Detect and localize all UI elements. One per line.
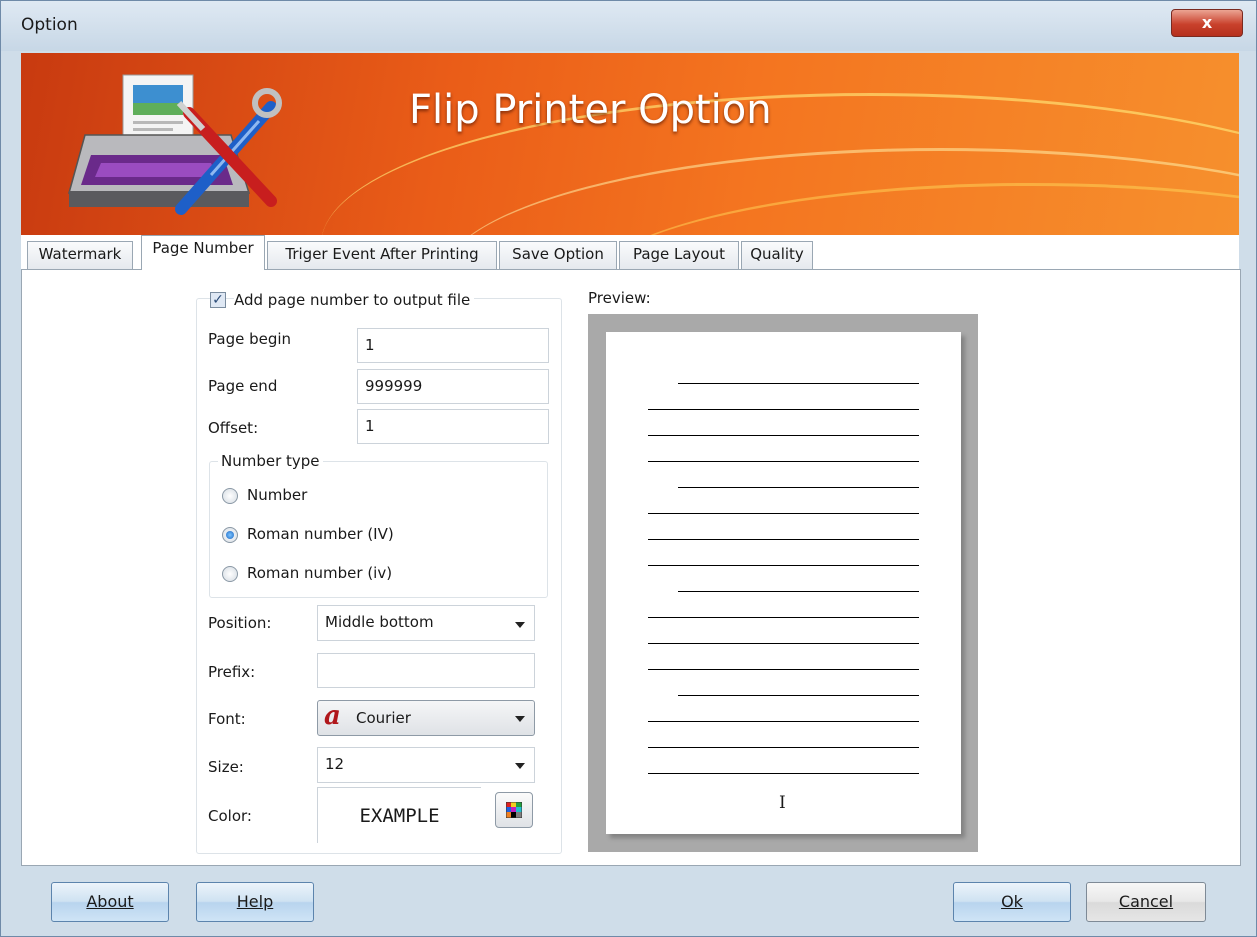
preview-text-line (648, 539, 919, 540)
font-value: Courier (356, 709, 411, 727)
preview-text-line (678, 487, 919, 488)
tab-triger-event[interactable]: Triger Event After Printing (267, 241, 497, 269)
tab-label: Page Layout (632, 245, 726, 263)
option-dialog: Option x Flip Printer Option Watermark P… (0, 0, 1257, 937)
position-select[interactable]: Middle bottom (317, 605, 535, 641)
cancel-label: Cancel (1118, 892, 1174, 911)
page-begin-field[interactable]: 1 (357, 328, 549, 363)
offset-field[interactable]: 1 (357, 409, 549, 444)
close-icon: x (1201, 13, 1213, 32)
preview-label: Preview: (588, 289, 651, 307)
title-bar[interactable]: Option x (1, 1, 1256, 51)
preview-text-line (648, 435, 919, 436)
chevron-down-icon (515, 716, 525, 722)
preview-text-line (648, 773, 919, 774)
preview-text-line (678, 383, 919, 384)
font-select[interactable]: a Courier (317, 700, 535, 736)
radio-roman-lower[interactable] (222, 566, 238, 582)
window-title: Option (21, 15, 78, 35)
header-banner: Flip Printer Option (21, 53, 1239, 235)
ok-button[interactable]: Ok (953, 882, 1071, 922)
add-page-number-label: Add page number to output file (234, 291, 475, 309)
tab-watermark[interactable]: Watermark (27, 241, 133, 269)
printer-tools-icon (68, 74, 282, 215)
preview-text-line (648, 617, 919, 618)
preview-text-line (678, 591, 919, 592)
preview-text-line (648, 747, 919, 748)
preview-text-line (648, 461, 919, 462)
radio-roman-upper-label: Roman number (IV) (247, 525, 394, 543)
preview-page (606, 332, 961, 834)
position-value: Middle bottom (325, 613, 434, 631)
font-icon: a (324, 701, 341, 731)
tab-page-number[interactable]: Page Number (141, 235, 265, 270)
prefix-input[interactable] (317, 653, 535, 688)
tab-label: Quality (750, 245, 804, 263)
radio-roman-upper[interactable] (222, 527, 238, 543)
cancel-button[interactable]: Cancel (1086, 882, 1206, 922)
chevron-down-icon (515, 763, 525, 769)
color-picker-button[interactable] (495, 792, 533, 828)
page-end-field[interactable]: 999999 (357, 369, 549, 404)
tab-save-option[interactable]: Save Option (499, 241, 617, 269)
number-type-title: Number type (218, 452, 323, 470)
position-label: Position: (208, 614, 272, 632)
preview-page-number: I (779, 793, 786, 813)
color-label: Color: (208, 807, 252, 825)
size-label: Size: (208, 758, 244, 776)
preview-text-line (648, 643, 919, 644)
close-button[interactable]: x (1171, 9, 1243, 37)
about-label: About (86, 892, 134, 911)
preview-text-line (648, 513, 919, 514)
preview-text-line (648, 669, 919, 670)
preview-text-line (648, 409, 919, 410)
preview-text-line (648, 565, 919, 566)
add-page-number-checkbox[interactable]: ✓ (210, 292, 226, 308)
font-label: Font: (208, 710, 246, 728)
tab-label: Page Number (152, 239, 254, 257)
radio-number-label: Number (247, 486, 308, 504)
about-button[interactable]: About (51, 882, 169, 922)
chevron-down-icon (515, 622, 525, 628)
color-example-box: EXAMPLE (317, 787, 481, 843)
help-label: Help (236, 892, 274, 911)
help-button[interactable]: Help (196, 882, 314, 922)
offset-label: Offset: (208, 419, 259, 437)
page-begin-label: Page begin (208, 330, 292, 348)
tab-page-layout[interactable]: Page Layout (619, 241, 739, 269)
preview-text-line (678, 695, 919, 696)
prefix-label: Prefix: (208, 663, 256, 681)
preview-text-line (648, 721, 919, 722)
page-end-label: Page end (208, 377, 278, 395)
radio-roman-lower-label: Roman number (iv) (247, 564, 393, 582)
banner-title: Flip Printer Option (409, 87, 772, 133)
size-select[interactable]: 12 (317, 747, 535, 783)
radio-number[interactable] (222, 488, 238, 504)
tab-label: Watermark (38, 245, 122, 263)
tab-label: Save Option (512, 245, 604, 263)
tab-label: Triger Event After Printing (285, 245, 479, 263)
size-value: 12 (325, 755, 345, 773)
ok-label: Ok (1001, 892, 1023, 911)
tab-quality[interactable]: Quality (741, 241, 813, 269)
color-grid-icon (506, 802, 522, 818)
